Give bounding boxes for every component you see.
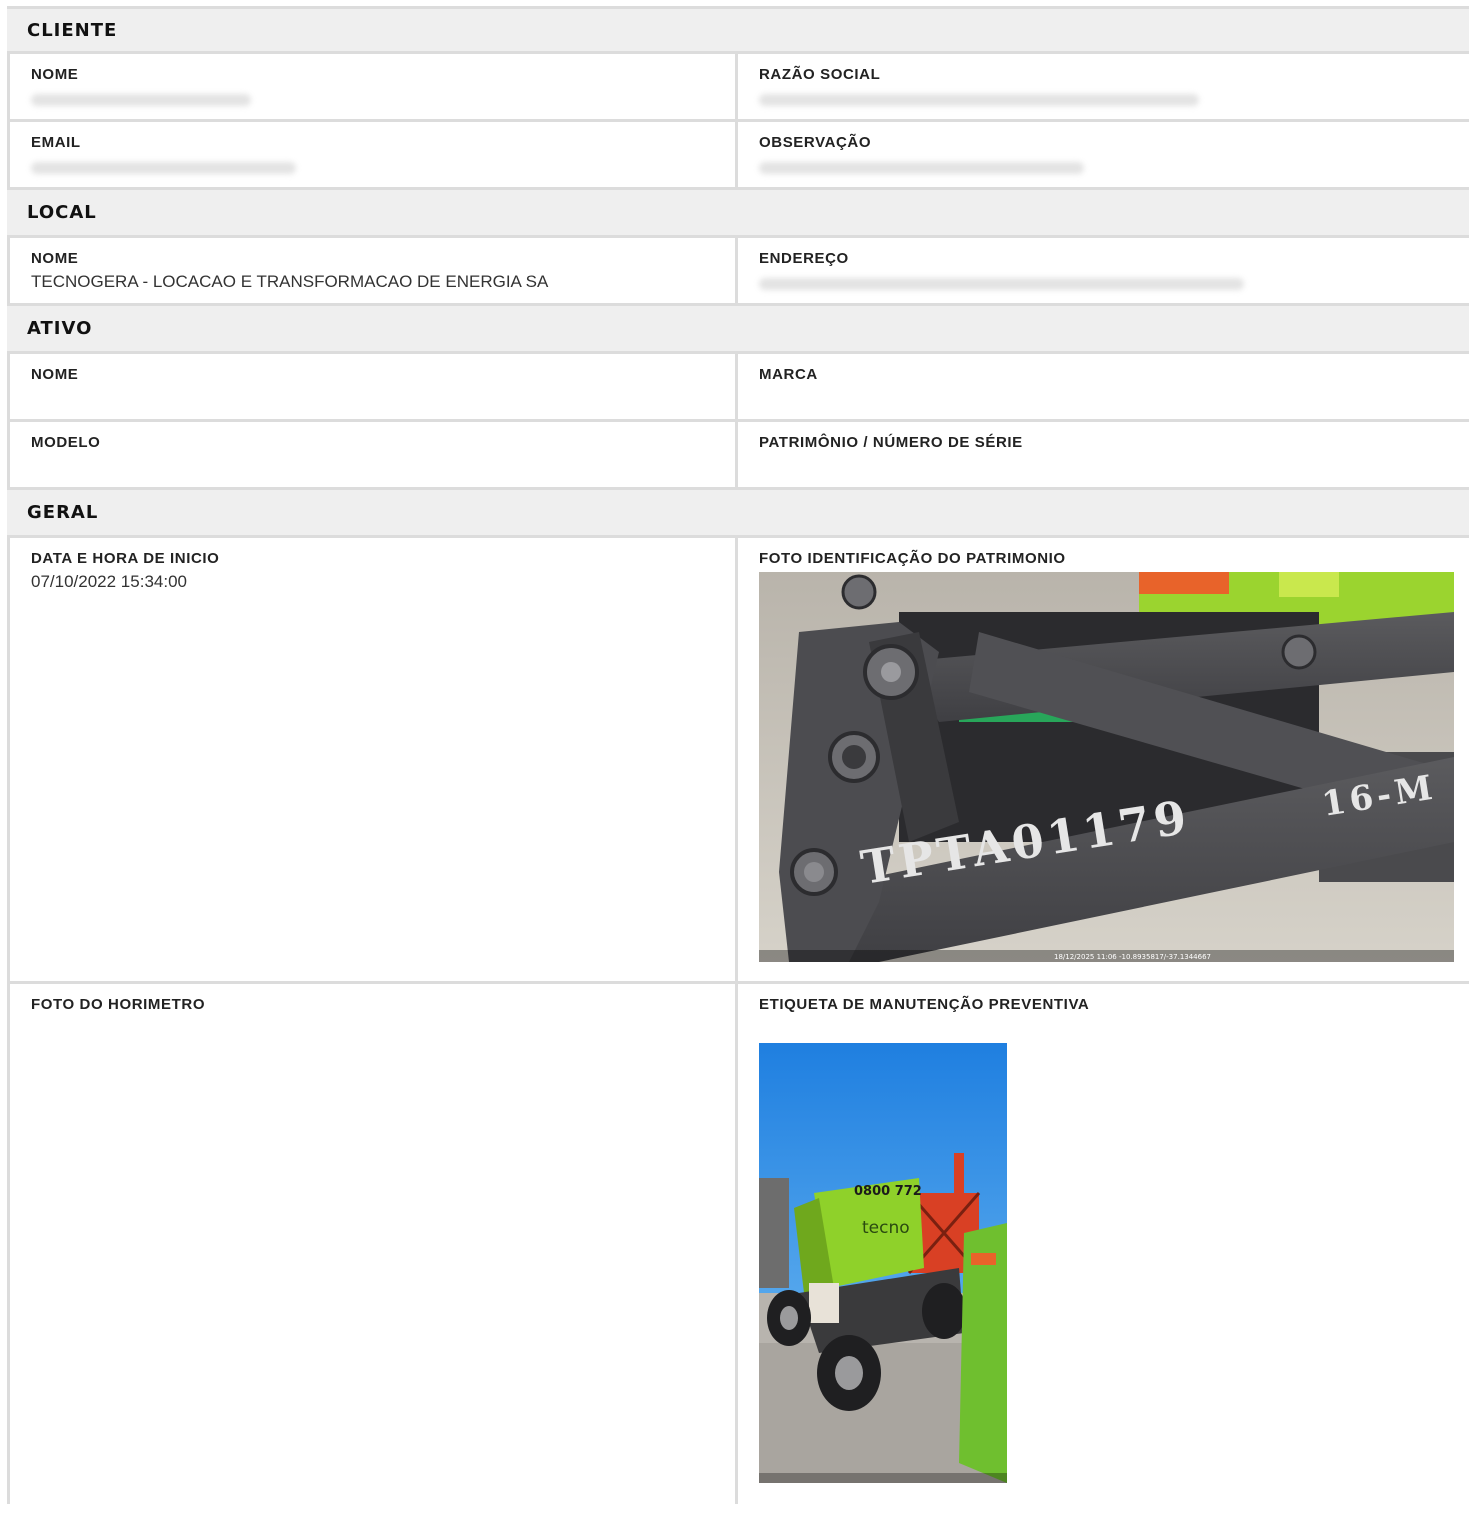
cliente-razao-label: RAZÃO SOCIAL [759,66,881,83]
etiqueta-manutencao-image[interactable]: 0800 772 tecno [759,1043,1007,1483]
geral-row-1: DATA E HORA DE INICIO 07/10/2022 15:34:0… [7,538,1469,984]
geral-data-value: 07/10/2022 15:34:00 [31,572,187,591]
etiqueta-photo-brand: tecno [862,1218,910,1238]
cliente-obs-redacted [759,162,1084,174]
cliente-razao-redacted [759,94,1199,106]
ativo-row-1: NOME MARCA [7,354,1469,422]
local-endereco-cell: ENDEREÇO [738,238,1469,303]
foto-id-stamp-text: 18/12/2025 11:06 -10.8935817/-37.1344667 [1054,953,1211,961]
geral-etiqueta-cell: ETIQUETA DE MANUTENÇÃO PREVENTIVA 0800 7… [738,984,1469,1504]
local-row-1: NOME TECNOGERA - LOCACAO E TRANSFORMACAO… [7,238,1469,306]
cliente-obs-cell: OBSERVAÇÃO [738,122,1469,187]
geral-horimetro-label: FOTO DO HORIMETRO [31,996,206,1013]
section-header-local: LOCAL [7,190,1469,238]
cliente-email-label: EMAIL [31,134,81,151]
cliente-email-cell: EMAIL [7,122,738,187]
local-endereco-redacted [759,278,1244,290]
ativo-modelo-label: MODELO [31,434,101,451]
geral-foto-id-label: FOTO IDENTIFICAÇÃO DO PATRIMONIO [759,550,1066,567]
ativo-patrimonio-cell: PATRIMÔNIO / NÚMERO DE SÉRIE [738,422,1469,487]
geral-horimetro-cell: FOTO DO HORIMETRO [7,984,738,1504]
section-header-ativo: ATIVO [7,306,1469,354]
cliente-razao-cell: RAZÃO SOCIAL [738,54,1469,119]
ativo-nome-cell: NOME [7,354,738,419]
ativo-modelo-cell: MODELO [7,422,738,487]
ativo-marca-cell: MARCA [738,354,1469,419]
geral-foto-id-cell: FOTO IDENTIFICAÇÃO DO PATRIMONIO TPTA011… [738,538,1469,981]
ativo-marca-label: MARCA [759,366,818,383]
local-nome-label: NOME [31,250,79,267]
cliente-row-1: NOME RAZÃO SOCIAL [7,54,1469,122]
etiqueta-photo-phone: 0800 772 [854,1184,922,1199]
section-header-geral: GERAL [7,490,1469,538]
cliente-email-redacted [31,162,296,174]
cliente-obs-label: OBSERVAÇÃO [759,134,872,151]
cliente-nome-label: NOME [31,66,79,83]
ativo-row-2: MODELO PATRIMÔNIO / NÚMERO DE SÉRIE [7,422,1469,490]
cliente-nome-redacted [31,94,251,106]
geral-data-label: DATA E HORA DE INICIO [31,550,220,567]
local-nome-value: TECNOGERA - LOCACAO E TRANSFORMACAO DE E… [31,272,549,291]
foto-identificacao-image[interactable]: TPTA01179 16-M 18/12/2025 11:06 -10.8935… [759,572,1454,962]
geral-etiqueta-label: ETIQUETA DE MANUTENÇÃO PREVENTIVA [759,996,1090,1013]
cliente-nome-cell: NOME [7,54,738,119]
ativo-nome-label: NOME [31,366,79,383]
section-header-cliente: CLIENTE [7,6,1469,54]
report-page: CLIENTE NOME RAZÃO SOCIAL EMAIL OBSERVAÇ… [7,6,1469,1504]
ativo-patrimonio-label: PATRIMÔNIO / NÚMERO DE SÉRIE [759,434,1023,451]
geral-row-2: FOTO DO HORIMETRO ETIQUETA DE MANUTENÇÃO… [7,984,1469,1504]
local-endereco-label: ENDEREÇO [759,250,849,267]
local-nome-cell: NOME TECNOGERA - LOCACAO E TRANSFORMACAO… [7,238,738,303]
cliente-row-2: EMAIL OBSERVAÇÃO [7,122,1469,190]
geral-data-cell: DATA E HORA DE INICIO 07/10/2022 15:34:0… [7,538,738,981]
